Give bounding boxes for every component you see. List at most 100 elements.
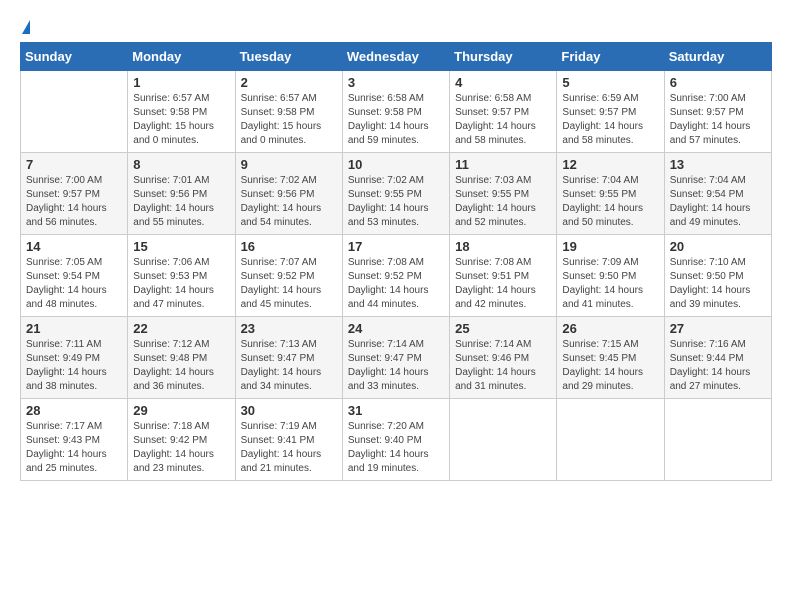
day-number: 17 bbox=[348, 239, 444, 254]
day-info: Sunrise: 7:06 AM Sunset: 9:53 PM Dayligh… bbox=[133, 256, 229, 312]
day-number: 2 bbox=[241, 75, 337, 90]
calendar-cell: 20 Sunrise: 7:10 AM Sunset: 9:50 PM Dayli… bbox=[664, 235, 771, 317]
day-info: Sunrise: 7:12 AM Sunset: 9:48 PM Dayligh… bbox=[133, 338, 229, 394]
calendar-cell: 8 Sunrise: 7:01 AM Sunset: 9:56 PM Daylig… bbox=[128, 153, 235, 235]
day-info: Sunrise: 7:14 AM Sunset: 9:47 PM Dayligh… bbox=[348, 338, 444, 394]
day-number: 3 bbox=[348, 75, 444, 90]
day-info: Sunrise: 7:08 AM Sunset: 9:52 PM Dayligh… bbox=[348, 256, 444, 312]
calendar-cell: 30 Sunrise: 7:19 AM Sunset: 9:41 PM Dayli… bbox=[235, 399, 342, 481]
day-number: 12 bbox=[562, 157, 658, 172]
weekday-header-sunday: Sunday bbox=[21, 43, 128, 71]
day-number: 28 bbox=[26, 403, 122, 418]
calendar-week-row-3: 14Sunrise: 7:05 AM Sunset: 9:54 PM Dayli… bbox=[21, 235, 772, 317]
calendar-cell: 2 Sunrise: 6:57 AM Sunset: 9:58 PM Daylig… bbox=[235, 71, 342, 153]
day-info: Sunrise: 7:02 AM Sunset: 9:55 PM Dayligh… bbox=[348, 174, 444, 230]
day-number: 19 bbox=[562, 239, 658, 254]
weekday-header-tuesday: Tuesday bbox=[235, 43, 342, 71]
day-number: 18 bbox=[455, 239, 551, 254]
day-info: Sunrise: 7:13 AM Sunset: 9:47 PM Dayligh… bbox=[241, 338, 337, 394]
day-number: 20 bbox=[670, 239, 766, 254]
calendar-cell: 28 Sunrise: 7:17 AM Sunset: 9:43 PM Dayli… bbox=[21, 399, 128, 481]
day-number: 30 bbox=[241, 403, 337, 418]
day-info: Sunrise: 7:00 AM Sunset: 9:57 PM Dayligh… bbox=[670, 92, 766, 148]
weekday-header-saturday: Saturday bbox=[664, 43, 771, 71]
calendar-week-row-5: 28 Sunrise: 7:17 AM Sunset: 9:43 PM Dayli… bbox=[21, 399, 772, 481]
day-number: 1 bbox=[133, 75, 229, 90]
calendar-cell bbox=[664, 399, 771, 481]
day-number: 24 bbox=[348, 321, 444, 336]
day-number: 29 bbox=[133, 403, 229, 418]
day-info: Sunrise: 7:07 AM Sunset: 9:52 PM Dayligh… bbox=[241, 256, 337, 312]
weekday-header-monday: Monday bbox=[128, 43, 235, 71]
day-number: 25 bbox=[455, 321, 551, 336]
calendar-cell: 10 Sunrise: 7:02 AM Sunset: 9:55 PM Dayli… bbox=[342, 153, 449, 235]
day-number: 8 bbox=[133, 157, 229, 172]
day-info: Sunrise: 7:14 AM Sunset: 9:46 PM Dayligh… bbox=[455, 338, 551, 394]
day-info: Sunrise: 6:57 AM Sunset: 9:58 PM Dayligh… bbox=[133, 92, 229, 148]
day-number: 5 bbox=[562, 75, 658, 90]
day-number: 6 bbox=[670, 75, 766, 90]
calendar-cell bbox=[450, 399, 557, 481]
calendar-week-row-2: 7 Sunrise: 7:00 AM Sunset: 9:57 PM Daylig… bbox=[21, 153, 772, 235]
day-number: 14 bbox=[26, 239, 122, 254]
day-info: Sunrise: 7:19 AM Sunset: 9:41 PM Dayligh… bbox=[241, 420, 337, 476]
day-info: Sunrise: 7:04 AM Sunset: 9:54 PM Dayligh… bbox=[670, 174, 766, 230]
calendar-cell: 16 Sunrise: 7:07 AM Sunset: 9:52 PM Dayli… bbox=[235, 235, 342, 317]
calendar-cell bbox=[557, 399, 664, 481]
day-info: Sunrise: 6:57 AM Sunset: 9:58 PM Dayligh… bbox=[241, 92, 337, 148]
day-info: Sunrise: 7:17 AM Sunset: 9:43 PM Dayligh… bbox=[26, 420, 122, 476]
day-info: Sunrise: 7:10 AM Sunset: 9:50 PM Dayligh… bbox=[670, 256, 766, 312]
day-number: 31 bbox=[348, 403, 444, 418]
calendar-cell: 19Sunrise: 7:09 AM Sunset: 9:50 PM Dayli… bbox=[557, 235, 664, 317]
calendar-cell: 25 Sunrise: 7:14 AM Sunset: 9:46 PM Dayli… bbox=[450, 317, 557, 399]
day-number: 23 bbox=[241, 321, 337, 336]
calendar-cell: 23 Sunrise: 7:13 AM Sunset: 9:47 PM Dayli… bbox=[235, 317, 342, 399]
calendar-cell: 11 Sunrise: 7:03 AM Sunset: 9:55 PM Dayli… bbox=[450, 153, 557, 235]
day-info: Sunrise: 7:20 AM Sunset: 9:40 PM Dayligh… bbox=[348, 420, 444, 476]
calendar-cell: 1 Sunrise: 6:57 AM Sunset: 9:58 PM Daylig… bbox=[128, 71, 235, 153]
day-number: 15 bbox=[133, 239, 229, 254]
calendar-cell: 15 Sunrise: 7:06 AM Sunset: 9:53 PM Dayli… bbox=[128, 235, 235, 317]
day-info: Sunrise: 7:04 AM Sunset: 9:55 PM Dayligh… bbox=[562, 174, 658, 230]
day-info: Sunrise: 7:02 AM Sunset: 9:56 PM Dayligh… bbox=[241, 174, 337, 230]
day-number: 11 bbox=[455, 157, 551, 172]
weekday-header-wednesday: Wednesday bbox=[342, 43, 449, 71]
day-info: Sunrise: 6:59 AM Sunset: 9:57 PM Dayligh… bbox=[562, 92, 658, 148]
calendar-week-row-1: 1 Sunrise: 6:57 AM Sunset: 9:58 PM Daylig… bbox=[21, 71, 772, 153]
day-info: Sunrise: 7:08 AM Sunset: 9:51 PM Dayligh… bbox=[455, 256, 551, 312]
day-info: Sunrise: 7:01 AM Sunset: 9:56 PM Dayligh… bbox=[133, 174, 229, 230]
day-number: 9 bbox=[241, 157, 337, 172]
calendar-body: 1 Sunrise: 6:57 AM Sunset: 9:58 PM Daylig… bbox=[21, 71, 772, 481]
day-number: 21 bbox=[26, 321, 122, 336]
day-number: 16 bbox=[241, 239, 337, 254]
weekday-header-thursday: Thursday bbox=[450, 43, 557, 71]
day-number: 26 bbox=[562, 321, 658, 336]
day-info: Sunrise: 7:00 AM Sunset: 9:57 PM Dayligh… bbox=[26, 174, 122, 230]
calendar-cell: 17 Sunrise: 7:08 AM Sunset: 9:52 PM Dayli… bbox=[342, 235, 449, 317]
day-info: Sunrise: 6:58 AM Sunset: 9:57 PM Dayligh… bbox=[455, 92, 551, 148]
calendar-cell: 22 Sunrise: 7:12 AM Sunset: 9:48 PM Dayli… bbox=[128, 317, 235, 399]
calendar-cell: 29Sunrise: 7:18 AM Sunset: 9:42 PM Dayli… bbox=[128, 399, 235, 481]
calendar-cell: 31 Sunrise: 7:20 AM Sunset: 9:40 PM Dayli… bbox=[342, 399, 449, 481]
day-number: 22 bbox=[133, 321, 229, 336]
day-info: Sunrise: 7:16 AM Sunset: 9:44 PM Dayligh… bbox=[670, 338, 766, 394]
day-number: 7 bbox=[26, 157, 122, 172]
day-number: 4 bbox=[455, 75, 551, 90]
calendar-cell: 27 Sunrise: 7:16 AM Sunset: 9:44 PM Dayli… bbox=[664, 317, 771, 399]
calendar-cell: 5 Sunrise: 6:59 AM Sunset: 9:57 PM Daylig… bbox=[557, 71, 664, 153]
header-section bbox=[20, 20, 772, 34]
calendar-cell: 18 Sunrise: 7:08 AM Sunset: 9:51 PM Dayli… bbox=[450, 235, 557, 317]
calendar-cell: 24 Sunrise: 7:14 AM Sunset: 9:47 PM Dayli… bbox=[342, 317, 449, 399]
calendar-cell: 13Sunrise: 7:04 AM Sunset: 9:54 PM Dayli… bbox=[664, 153, 771, 235]
day-number: 10 bbox=[348, 157, 444, 172]
calendar-cell: 3Sunrise: 6:58 AM Sunset: 9:58 PM Daylig… bbox=[342, 71, 449, 153]
calendar-cell: 12 Sunrise: 7:04 AM Sunset: 9:55 PM Dayli… bbox=[557, 153, 664, 235]
calendar-cell: 9 Sunrise: 7:02 AM Sunset: 9:56 PM Daylig… bbox=[235, 153, 342, 235]
calendar-cell: 14Sunrise: 7:05 AM Sunset: 9:54 PM Dayli… bbox=[21, 235, 128, 317]
calendar-header: SundayMondayTuesdayWednesdayThursdayFrid… bbox=[21, 43, 772, 71]
calendar-cell: 26Sunrise: 7:15 AM Sunset: 9:45 PM Dayli… bbox=[557, 317, 664, 399]
day-info: Sunrise: 7:03 AM Sunset: 9:55 PM Dayligh… bbox=[455, 174, 551, 230]
day-info: Sunrise: 7:11 AM Sunset: 9:49 PM Dayligh… bbox=[26, 338, 122, 394]
calendar-cell bbox=[21, 71, 128, 153]
day-number: 27 bbox=[670, 321, 766, 336]
